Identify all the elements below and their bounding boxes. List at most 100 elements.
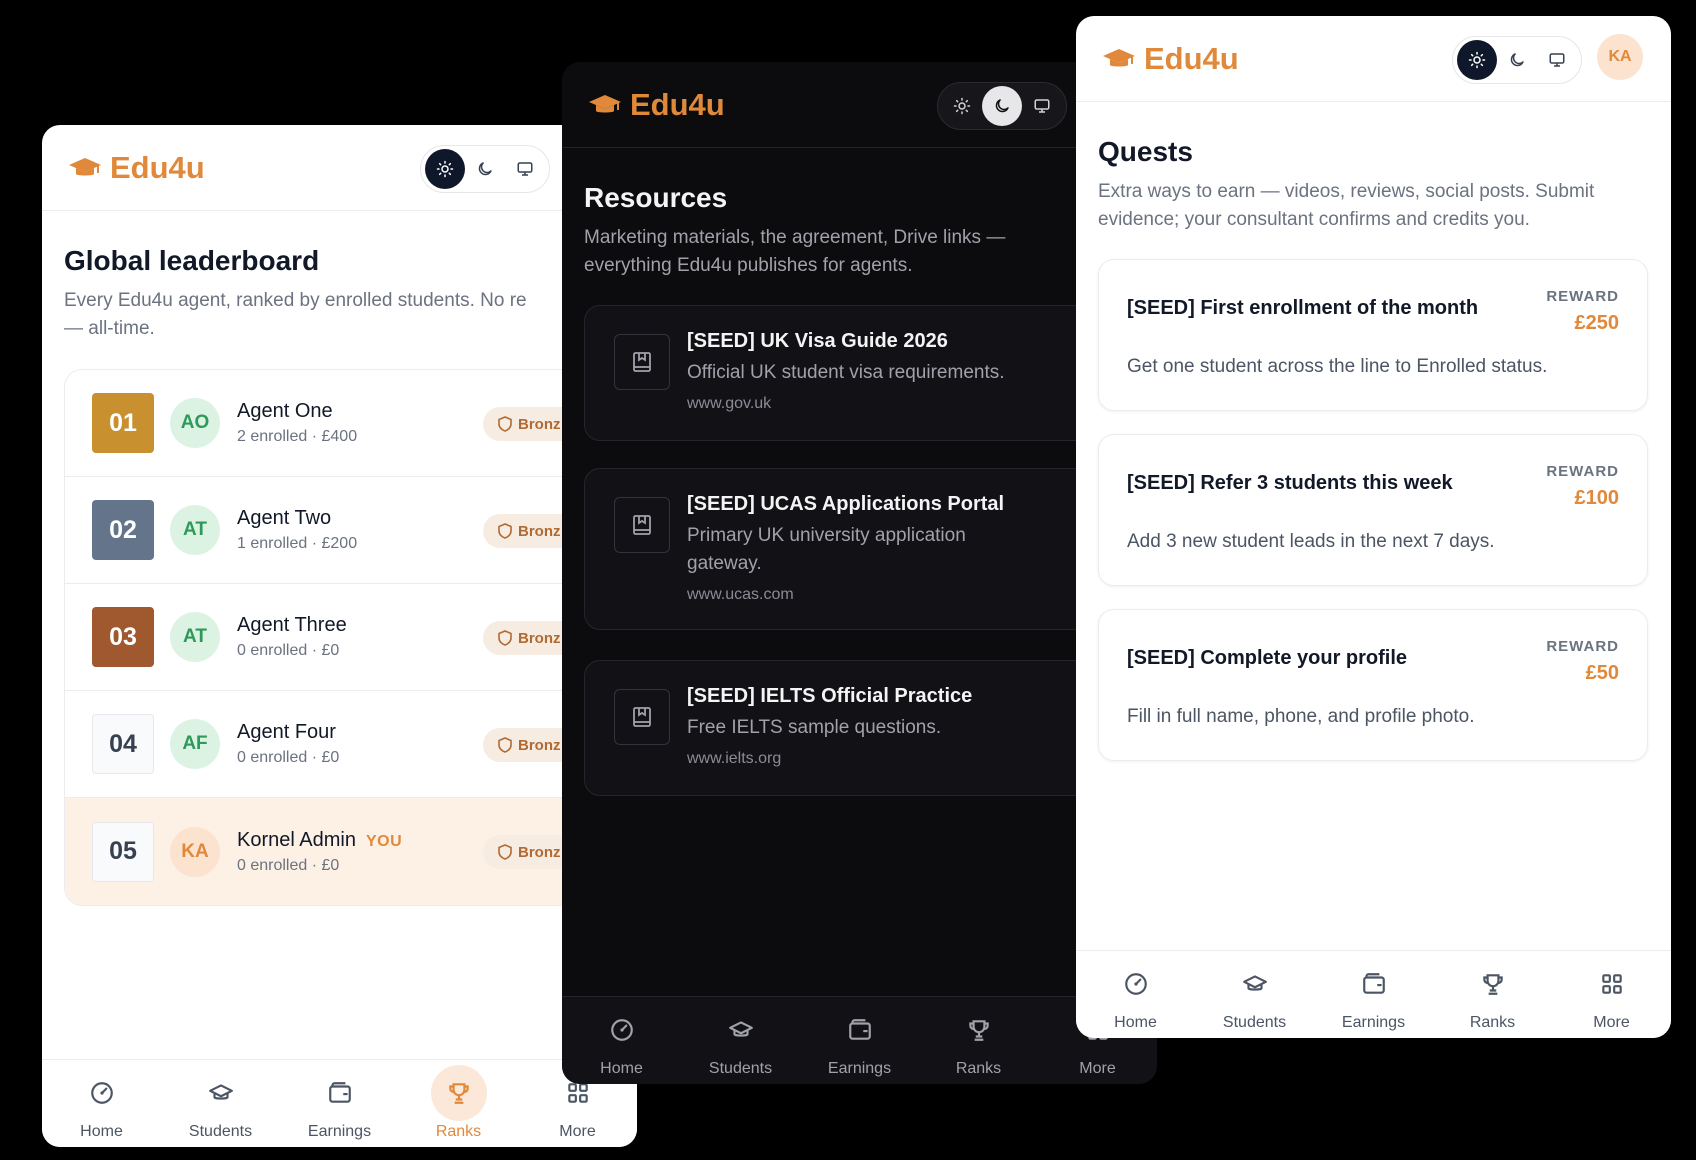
dashboard-icon	[74, 1065, 130, 1121]
monitor-icon	[1034, 99, 1050, 113]
dashboard-icon	[1108, 956, 1164, 1012]
rank-badge: 01	[92, 393, 154, 453]
nav-more[interactable]: More	[1552, 951, 1671, 1038]
page-header: Global leaderboard Every Edu4u agent, ra…	[64, 245, 615, 343]
nav-label: Ranks	[955, 1060, 1002, 1077]
grid-icon	[1584, 956, 1640, 1012]
tier-label: Bronz	[518, 843, 561, 861]
moon-icon	[995, 99, 1009, 113]
resource-title: [SEED] UK Visa Guide 2026	[687, 330, 948, 352]
brand-logo[interactable]: Edu4u	[1102, 41, 1239, 77]
wallet-icon	[832, 1002, 888, 1058]
sun-icon	[1468, 51, 1486, 69]
agent-info: Agent Two 1 enrolled · £200	[237, 507, 357, 553]
agent-info: Agent Four 0 enrolled · £0	[237, 721, 339, 767]
light-mode-button[interactable]	[1457, 40, 1497, 80]
leaderboard-row-current-user[interactable]: 05 KA Kornel Admin YOU 0 enrolled · £0 Br…	[65, 798, 637, 905]
resource-description: Free IELTS sample questions.	[687, 717, 942, 738]
nav-earnings[interactable]: Earnings	[280, 1060, 399, 1147]
nav-earnings[interactable]: Earnings	[1314, 951, 1433, 1038]
shield-icon	[498, 523, 512, 539]
quest-card[interactable]: [SEED] First enrollment of the month REW…	[1098, 259, 1648, 411]
avatar: KA	[170, 826, 220, 877]
dark-mode-button[interactable]	[465, 149, 505, 189]
avatar: AT	[170, 612, 220, 662]
dark-mode-button[interactable]	[1497, 40, 1537, 80]
graduation-cap-icon	[1102, 47, 1136, 71]
reward-amount: £100	[1574, 487, 1620, 509]
brand-name: Edu4u	[630, 86, 725, 122]
nav-ranks[interactable]: Ranks	[1433, 951, 1552, 1038]
quest-card[interactable]: [SEED] Refer 3 students this week REWARD…	[1098, 434, 1648, 586]
rank-badge: 02	[92, 500, 154, 560]
leaderboard-row[interactable]: 01 AO Agent One 2 enrolled · £400 Bronz	[65, 370, 637, 477]
nav-label: Students	[708, 1060, 773, 1077]
nav-label: Earnings	[307, 1123, 372, 1140]
agent-name-text: Kornel Admin	[237, 828, 356, 851]
quest-card[interactable]: [SEED] Complete your profile REWARD £50 …	[1098, 609, 1648, 761]
brand-logo[interactable]: Edu4u	[68, 150, 205, 186]
system-mode-button[interactable]	[1022, 86, 1062, 126]
agent-meta: 2 enrolled · £400	[237, 428, 358, 445]
reward-label: REWARD	[1546, 638, 1619, 655]
nav-ranks[interactable]: Ranks	[919, 997, 1038, 1084]
leaderboard-row[interactable]: 04 AF Agent Four 0 enrolled · £0 Bronz	[65, 691, 637, 798]
avatar: AO	[170, 398, 220, 448]
app-header: Edu4u	[562, 62, 1157, 148]
quest-description: Fill in full name, phone, and profile ph…	[1127, 706, 1475, 727]
brand-name: Edu4u	[110, 149, 205, 185]
nav-home[interactable]: Home	[42, 1060, 161, 1147]
nav-label: More	[559, 1123, 596, 1140]
page-header: Resources Marketing materials, the agree…	[584, 182, 1135, 280]
bottom-nav: Home Students Earnings Ranks More	[42, 1059, 637, 1147]
resource-link[interactable]: www.ielts.org	[687, 750, 1113, 768]
user-avatar[interactable]: KA	[1597, 34, 1643, 80]
agent-name: Agent Four	[237, 721, 336, 743]
nav-home[interactable]: Home	[562, 997, 681, 1084]
nav-ranks[interactable]: Ranks	[399, 1060, 518, 1147]
resource-card[interactable]: [SEED] UK Visa Guide 2026 Official UK st…	[584, 305, 1144, 441]
agent-meta: 0 enrolled · £0	[237, 642, 340, 659]
avatar: AF	[170, 719, 220, 769]
nav-earnings[interactable]: Earnings	[800, 997, 919, 1084]
page-subtitle-line1: Marketing materials, the agreement, Driv…	[584, 227, 1006, 248]
trophy-icon	[951, 1002, 1007, 1058]
resource-card[interactable]: [SEED] IELTS Official Practice Free IELT…	[584, 660, 1144, 796]
agent-name: Agent Two	[237, 507, 332, 529]
light-mode-button[interactable]	[425, 149, 465, 189]
quest-title: [SEED] First enrollment of the month	[1127, 297, 1479, 319]
light-mode-button[interactable]	[942, 86, 982, 126]
system-mode-button[interactable]	[505, 149, 545, 189]
nav-home[interactable]: Home	[1076, 951, 1195, 1038]
brand-name: Edu4u	[1144, 40, 1239, 76]
brand-logo[interactable]: Edu4u	[588, 87, 725, 123]
graduation-cap-icon	[193, 1065, 249, 1121]
page-header: Quests Extra ways to earn — videos, revi…	[1098, 136, 1649, 234]
nav-students[interactable]: Students	[1195, 951, 1314, 1038]
wallet-icon	[312, 1065, 368, 1121]
page-title: Quests	[1098, 136, 1193, 167]
leaderboard-row[interactable]: 02 AT Agent Two 1 enrolled · £200 Bronz	[65, 477, 637, 584]
resource-description: Official UK student visa requirements.	[687, 362, 1005, 383]
leaderboard-row[interactable]: 03 AT Agent Three 0 enrolled · £0 Bronz	[65, 584, 637, 691]
quest-title: [SEED] Complete your profile	[1127, 647, 1408, 669]
monitor-icon	[1549, 53, 1565, 67]
theme-toggle	[937, 82, 1067, 130]
shield-icon	[498, 630, 512, 646]
bottom-nav: Home Students Earnings Ranks More	[1076, 950, 1671, 1038]
page-title: Global leaderboard	[64, 245, 320, 276]
graduation-cap-icon	[68, 156, 102, 180]
dashboard-icon	[594, 1002, 650, 1058]
avatar: AT	[170, 505, 220, 555]
dark-mode-button[interactable]	[982, 86, 1022, 126]
nav-students[interactable]: Students	[161, 1060, 280, 1147]
book-icon	[614, 689, 670, 745]
resource-link[interactable]: www.gov.uk	[687, 395, 1113, 413]
page-subtitle: Extra ways to earn — videos, reviews, so…	[1098, 181, 1595, 230]
quest-description: Get one student across the line to Enrol…	[1127, 356, 1548, 377]
resource-link[interactable]: www.ucas.com	[687, 586, 1113, 604]
nav-label: Earnings	[827, 1060, 892, 1077]
nav-students[interactable]: Students	[681, 997, 800, 1084]
resource-card[interactable]: [SEED] UCAS Applications Portal Primary …	[584, 468, 1144, 630]
system-mode-button[interactable]	[1537, 40, 1577, 80]
